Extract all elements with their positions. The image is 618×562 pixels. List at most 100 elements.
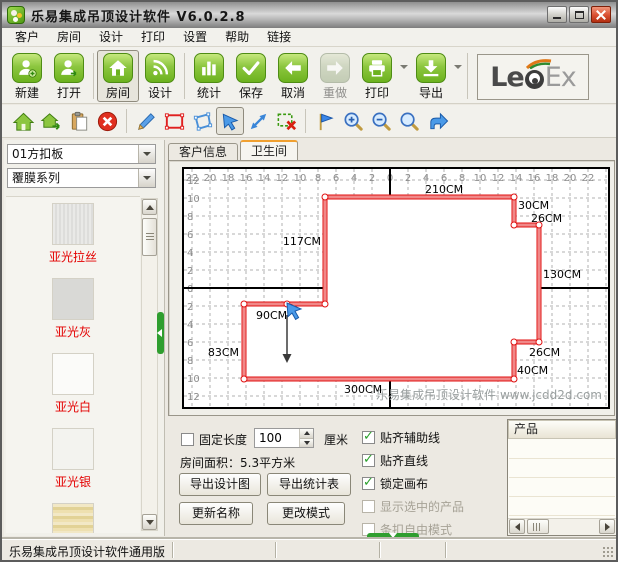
menu-customer[interactable]: 客户	[6, 28, 48, 47]
clear-selection-button[interactable]	[272, 107, 300, 135]
home-export-icon	[40, 110, 63, 133]
menu-help[interactable]: 帮助	[216, 28, 258, 47]
tab-bathroom[interactable]: 卫生间	[240, 140, 298, 160]
logo-swoosh-icon	[526, 59, 552, 69]
window-title: 乐易集成吊顶设计软件 V6.0.2.8	[31, 6, 246, 25]
statusbar-divider	[275, 542, 276, 558]
print-button[interactable]: 打印	[356, 50, 398, 101]
sidebar-collapse-handle[interactable]	[157, 312, 164, 354]
scroll-left-button[interactable]	[509, 519, 525, 534]
update-name-button[interactable]: 更新名称	[179, 502, 253, 525]
maximize-button[interactable]	[569, 6, 589, 23]
open-customer-button[interactable]: 打开	[48, 50, 90, 101]
statistics-button[interactable]: 统计	[188, 50, 230, 101]
rect-select-icon	[163, 110, 186, 133]
menu-room[interactable]: 房间	[48, 28, 90, 47]
close-button[interactable]	[591, 6, 611, 23]
flag-button[interactable]	[311, 107, 339, 135]
product-item[interactable]: 变色龙	[6, 503, 140, 533]
free-room-button[interactable]	[188, 107, 216, 135]
spin-down-button[interactable]	[300, 439, 313, 448]
paste-button[interactable]	[65, 107, 93, 135]
home-icon	[103, 53, 133, 83]
tab-bar: 客户信息 卫生间	[168, 140, 300, 160]
room-area-text: 房间面积：5.3平方米	[180, 454, 295, 471]
product-panel: 产品	[507, 419, 617, 536]
minimize-button[interactable]	[547, 6, 567, 23]
product-list-scrollbar[interactable]	[141, 198, 158, 531]
length-spinner[interactable]	[254, 428, 314, 448]
svg-text:90CM: 90CM	[256, 309, 287, 322]
menu-design[interactable]: 设计	[90, 28, 132, 47]
menu-settings[interactable]: 设置	[174, 28, 216, 47]
pointer-tool-button[interactable]	[216, 107, 244, 135]
toolbar-separator	[184, 53, 185, 99]
arrow-up-icon	[146, 205, 154, 210]
rect-room-button[interactable]	[160, 107, 188, 135]
export-design-button[interactable]: 导出设计图	[179, 473, 261, 496]
chevron-down-icon[interactable]	[138, 145, 155, 163]
svg-text:6: 6	[187, 338, 193, 349]
snap-lines-checkbox[interactable]: 贴齐直线	[362, 452, 464, 465]
svg-text:117CM: 117CM	[283, 235, 321, 248]
chevron-down-icon[interactable]	[138, 169, 155, 187]
delete-room-button[interactable]	[93, 107, 121, 135]
spin-up-button[interactable]	[300, 429, 313, 439]
change-mode-button[interactable]: 更改模式	[267, 502, 345, 525]
forward-button[interactable]	[423, 107, 451, 135]
move-resize-button[interactable]	[244, 107, 272, 135]
design-button[interactable]: 设计	[139, 50, 181, 101]
home-button[interactable]	[9, 107, 37, 135]
zoom-in-button[interactable]	[339, 107, 367, 135]
product-panel-hscrollbar[interactable]	[508, 518, 616, 535]
scrollbar-thumb[interactable]	[142, 218, 157, 256]
svg-text:26CM: 26CM	[531, 212, 562, 225]
product-item[interactable]: 亚光拉丝	[6, 203, 140, 265]
resize-grip[interactable]	[602, 546, 614, 558]
menu-links[interactable]: 链接	[258, 28, 300, 47]
svg-text:83CM: 83CM	[208, 346, 239, 359]
checkbox-icon	[362, 431, 375, 444]
product-item[interactable]: 亚光白	[6, 353, 140, 415]
product-item[interactable]: 亚光灰	[6, 278, 140, 340]
save-button[interactable]: 保存	[230, 50, 272, 101]
svg-text:6: 6	[333, 173, 339, 184]
snap-guides-checkbox[interactable]: 贴齐辅助线	[362, 429, 464, 442]
export-dropdown-caret[interactable]	[452, 50, 464, 84]
zoom-out-button[interactable]	[367, 107, 395, 135]
main-toolbar: 新建 打开 房间 设计 统计 保存 取消 重做	[2, 47, 616, 104]
length-input[interactable]	[255, 429, 299, 447]
draw-wall-button[interactable]	[132, 107, 160, 135]
print-dropdown-caret[interactable]	[398, 50, 410, 84]
redo-button[interactable]: 重做	[314, 50, 356, 101]
svg-text:8: 8	[187, 212, 193, 223]
scroll-up-button[interactable]	[142, 199, 157, 215]
product-table-body[interactable]	[509, 440, 615, 518]
svg-text:2: 2	[369, 173, 375, 184]
title-bar[interactable]: 乐易集成吊顶设计软件 V6.0.2.8	[2, 2, 616, 28]
export-button[interactable]: 导出	[410, 50, 452, 101]
arrow-down-icon	[304, 441, 310, 445]
status-bar: 乐易集成吊顶设计软件通用版	[2, 539, 616, 560]
design-canvas[interactable]: 2422201816141210864202468101214161820221…	[182, 167, 610, 409]
scroll-down-button[interactable]	[142, 514, 157, 530]
menu-print[interactable]: 打印	[132, 28, 174, 47]
category-dropdown[interactable]: 01方扣板	[7, 144, 156, 164]
product-item[interactable]: 亚光银	[6, 428, 140, 490]
home-export-button[interactable]	[37, 107, 65, 135]
svg-text:12: 12	[276, 173, 289, 184]
undo-button[interactable]: 取消	[272, 50, 314, 101]
product-column-header[interactable]: 产品	[508, 420, 616, 439]
product-list: 亚光拉丝 亚光灰 亚光白 亚光银 变色龙	[6, 196, 140, 533]
new-customer-button[interactable]: 新建	[6, 50, 48, 101]
tab-customer-info[interactable]: 客户信息	[168, 143, 238, 160]
series-dropdown[interactable]: 覆膜系列	[7, 168, 156, 188]
lock-canvas-checkbox[interactable]: 锁定画布	[362, 475, 464, 488]
room-button[interactable]: 房间	[97, 50, 139, 102]
scroll-right-button[interactable]	[599, 519, 615, 534]
scrollbar-thumb[interactable]	[527, 519, 549, 534]
drawing-toolbar	[2, 105, 616, 138]
zoom-button[interactable]	[395, 107, 423, 135]
export-stats-button[interactable]: 导出统计表	[267, 473, 351, 496]
svg-text:20: 20	[204, 173, 217, 184]
